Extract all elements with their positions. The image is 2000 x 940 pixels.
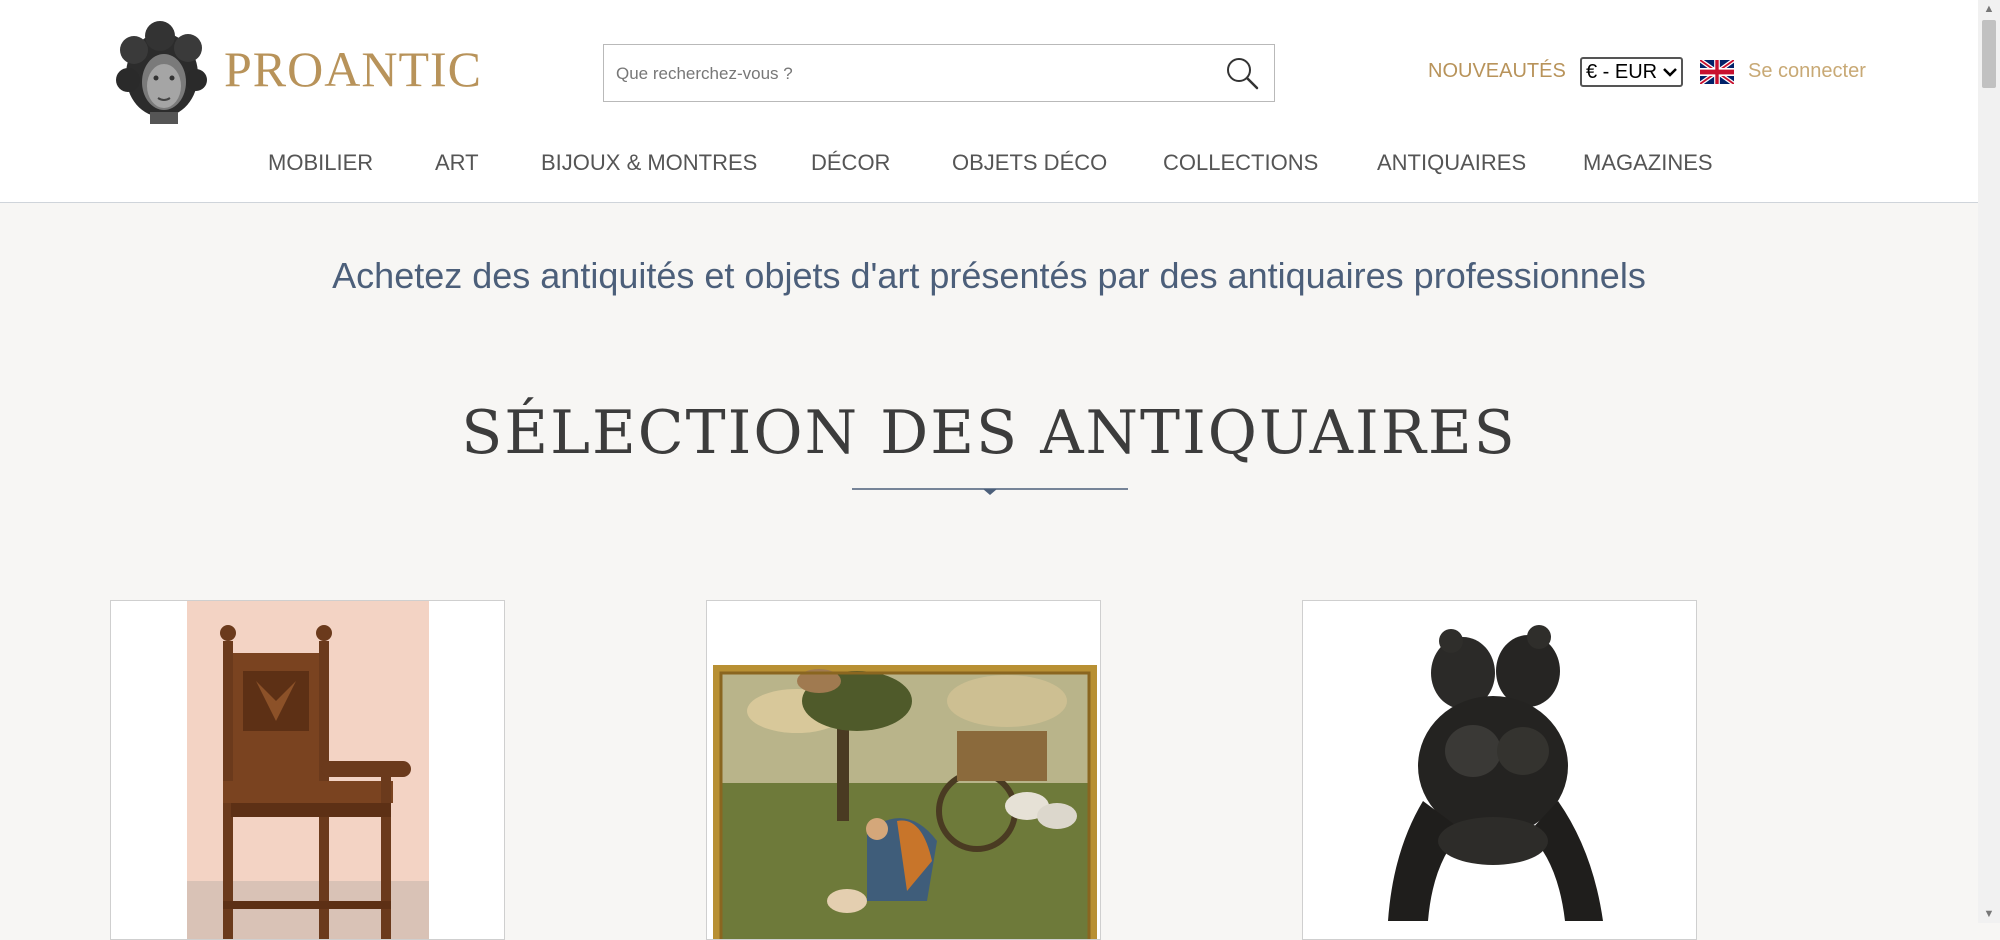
site-header: PROANTIC NOUVEAUTÉS € - EUR Se connecter… [0, 0, 1978, 203]
chevron-down-icon [1663, 68, 1677, 77]
login-link[interactable]: Se connecter [1748, 60, 1866, 83]
title-divider [852, 488, 1128, 495]
product-card-sculpture[interactable] [1302, 600, 1697, 940]
nav-item-decor[interactable]: DÉCOR [811, 150, 890, 176]
logo-head-icon[interactable] [110, 20, 210, 124]
currency-value: € - EUR [1586, 60, 1658, 83]
section-title: SÉLECTION DES ANTIQUAIRES [461, 398, 1517, 468]
scroll-up-icon[interactable]: ▲ [1978, 0, 2000, 18]
nav-item-bijoux-montres[interactable]: BIJOUX & MONTRES [541, 150, 757, 176]
nouveautes-link[interactable]: NOUVEAUTÉS [1428, 60, 1566, 83]
scroll-down-icon[interactable]: ▼ [1978, 905, 2000, 923]
search-icon[interactable] [1224, 55, 1260, 91]
tagline: Achetez des antiquités et objets d'art p… [332, 255, 1646, 296]
product-card-chair[interactable] [110, 600, 505, 940]
search-box [603, 44, 1275, 103]
uk-flag-icon[interactable] [1700, 60, 1734, 84]
painting-image [713, 665, 1097, 939]
search-input[interactable] [614, 45, 1208, 103]
scroll-thumb[interactable] [1982, 20, 1996, 88]
nav-item-collections[interactable]: COLLECTIONS [1163, 150, 1318, 176]
nav-item-objets-deco[interactable]: OBJETS DÉCO [952, 150, 1107, 176]
nav-item-mobilier[interactable]: MOBILIER [268, 150, 373, 176]
sculpture-image [1303, 601, 1696, 939]
currency-select[interactable]: € - EUR [1580, 57, 1683, 87]
nav-item-art[interactable]: ART [435, 150, 479, 176]
nav-item-antiquaires[interactable]: ANTIQUAIRES [1377, 150, 1526, 176]
product-card-painting[interactable] [706, 600, 1101, 940]
nav-item-magazines[interactable]: MAGAZINES [1583, 150, 1713, 176]
chair-image [187, 601, 429, 939]
scrollbar[interactable]: ▲ ▼ [1978, 0, 2000, 923]
main-nav: MOBILIER ART BIJOUX & MONTRES DÉCOR OBJE… [0, 150, 1978, 180]
brand-name[interactable]: PROANTIC [224, 40, 482, 98]
